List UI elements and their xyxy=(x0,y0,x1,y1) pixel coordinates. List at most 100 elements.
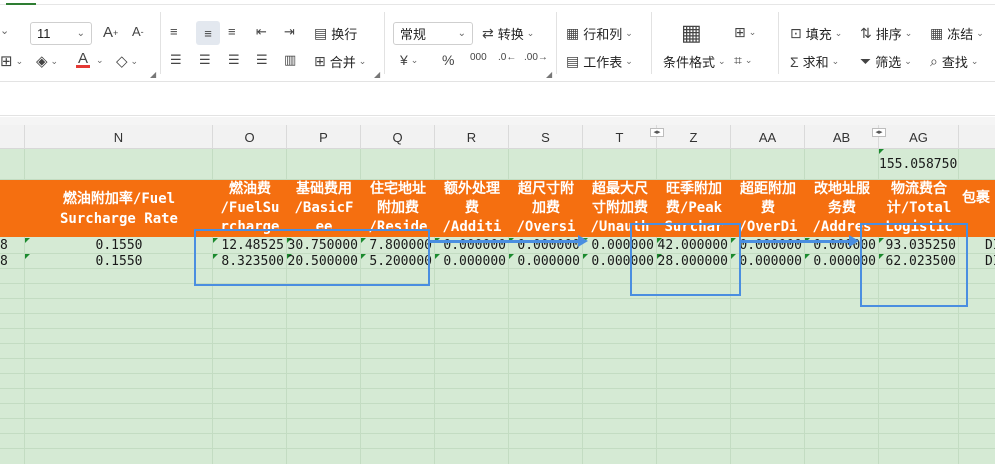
row-edge-cell[interactable]: 8 xyxy=(0,238,10,253)
search-icon: ⌕ xyxy=(930,53,938,69)
arrow-right-icon xyxy=(578,235,588,247)
spreadsheet-grid[interactable]: 155.058750 燃油附加率/Fuel Surcharge Rate 燃油费… xyxy=(0,149,995,464)
table-format-button[interactable]: ⌗ ⌄ xyxy=(734,52,752,69)
font-dialog-launcher[interactable]: ◢ xyxy=(150,70,156,79)
find-button[interactable]: ⌕ 查找 ⌄ xyxy=(930,52,978,71)
active-tab-indicator xyxy=(6,3,36,5)
increase-indent-button[interactable]: ⇥ xyxy=(284,24,295,40)
worksheet-icon: ▤ xyxy=(566,53,580,69)
font-name-dropdown-arrow[interactable]: ⌄ xyxy=(0,24,9,37)
highlight-box-total xyxy=(860,223,968,307)
percent-button[interactable]: % xyxy=(442,52,454,68)
conditional-format-icon: ▦ xyxy=(681,20,702,45)
cell-S[interactable]: 0.000000 xyxy=(509,254,583,269)
hidden-columns-marker[interactable]: ◂▸ xyxy=(650,128,664,137)
sum-label: 求和 xyxy=(802,55,829,70)
cell-style-button[interactable]: ⊞ ⌄ xyxy=(734,24,756,41)
cell-R[interactable]: 0.000000 xyxy=(435,254,509,269)
rows-columns-button[interactable]: ▦ 行和列 ⌄ xyxy=(566,24,633,43)
header-cell-N[interactable]: 燃油附加率/Fuel Surcharge Rate xyxy=(25,180,213,237)
conditional-format-button[interactable]: 条件格式 ⌄ xyxy=(663,52,726,71)
merge-label: 合并 xyxy=(329,55,356,70)
column-header-AA[interactable]: AA xyxy=(731,125,805,149)
convert-button[interactable]: ⇄ 转换 ⌄ xyxy=(482,24,534,43)
row-edge-cell[interactable]: 8 xyxy=(0,254,10,269)
column-header-AG[interactable]: AG xyxy=(879,125,959,149)
align-middle-icon: ≡ xyxy=(204,25,212,41)
column-header-AB[interactable]: AB xyxy=(805,125,879,149)
column-header-P[interactable]: P xyxy=(287,125,361,149)
ribbon-toolbar: ⌄ 11 ⌄ A + A- ⊞ ⌄ ◈ ⌄ A ⌄ ◇ ⌄ ◢ ≡ ≡ ≡ ⇤ ⇥ ▤ 换… xyxy=(0,0,995,82)
header-cell-AA[interactable]: 超距附加 费 /OverDi xyxy=(731,180,805,237)
thousands-separator-button[interactable]: 000 xyxy=(470,52,487,63)
column-header-next[interactable] xyxy=(959,125,995,149)
align-center-icon: ☰ xyxy=(199,52,211,67)
increase-decimal-button[interactable]: .0← xyxy=(498,52,516,63)
chevron-down-icon: ⌄ xyxy=(76,28,85,39)
sum-button[interactable]: Σ 求和 ⌄ xyxy=(790,52,839,71)
font-color-dropdown[interactable]: ⌄ xyxy=(96,55,104,66)
column-header-partial[interactable] xyxy=(0,125,25,149)
increase-font-button[interactable]: A + xyxy=(103,24,118,41)
column-header-N[interactable]: N xyxy=(25,125,213,149)
sort-button[interactable]: ⇅ 排序 ⌄ xyxy=(860,24,912,43)
cell-N[interactable]: 0.1550 xyxy=(25,238,213,253)
fill-button[interactable]: ⊡ 填充 ⌄ xyxy=(790,24,842,43)
header-cell-S[interactable]: 超尺寸附 加费 /Oversi xyxy=(509,180,583,237)
merge-icon: ⊞ xyxy=(314,53,326,69)
decrease-decimal-icon: .00→ xyxy=(524,52,548,63)
highlight-box-fees xyxy=(194,229,430,286)
fill-color-button[interactable]: ◈ ⌄ xyxy=(36,52,58,70)
filter-button[interactable]: ⏷ 筛选 ⌄ xyxy=(860,52,912,71)
cell-next[interactable]: DI xyxy=(985,254,995,269)
distributed-icon: ▥ xyxy=(284,52,297,67)
align-left-button[interactable]: ☰ xyxy=(170,52,182,68)
borders-button[interactable]: ⊞ ⌄ xyxy=(0,52,23,70)
decrease-font-icon: A- xyxy=(132,24,144,39)
font-size-select[interactable]: 11 ⌄ xyxy=(30,22,92,45)
formula-bar[interactable] xyxy=(0,83,995,116)
table-format-icon: ⌗ xyxy=(734,52,742,68)
column-header-O[interactable]: O xyxy=(213,125,287,149)
thousands-separator-icon: 000 xyxy=(470,52,487,63)
decrease-decimal-button[interactable]: .00→ xyxy=(524,52,548,63)
alignment-dialog-launcher[interactable]: ◢ xyxy=(374,70,380,79)
column-header-R[interactable]: R xyxy=(435,125,509,149)
font-color-button[interactable]: A xyxy=(76,50,90,68)
wrap-text-button[interactable]: ▤ 换行 xyxy=(314,24,357,43)
cell-next[interactable]: DI xyxy=(985,238,995,253)
borders-icon: ⊞ xyxy=(0,53,13,70)
number-format-select[interactable]: 常规 ⌄ xyxy=(393,22,473,45)
column-header-Z[interactable]: Z xyxy=(657,125,731,149)
decrease-font-button[interactable]: A- xyxy=(132,24,144,39)
freeze-button[interactable]: ▦ 冻结 ⌄ xyxy=(930,24,984,43)
decrease-indent-button[interactable]: ⇤ xyxy=(256,24,267,40)
align-top-button[interactable]: ≡ xyxy=(170,24,178,39)
distributed-button[interactable]: ▥ xyxy=(284,52,296,68)
clear-button[interactable]: ◇ ⌄ xyxy=(116,52,138,70)
paint-bucket-icon: ◈ xyxy=(36,53,48,70)
align-center-button[interactable]: ☰ xyxy=(199,52,211,68)
column-header-S[interactable]: S xyxy=(509,125,583,149)
cell-N[interactable]: 0.1550 xyxy=(25,254,213,269)
font-size-value: 11 xyxy=(37,26,51,41)
ribbon-tab-strip xyxy=(0,0,995,5)
cell-AG-total[interactable]: 155.058750 xyxy=(879,157,959,172)
column-header-T[interactable]: T xyxy=(583,125,657,149)
cell-AA[interactable]: 0.000000 xyxy=(731,254,805,269)
column-header-Q[interactable]: Q xyxy=(361,125,435,149)
find-label: 查找 xyxy=(941,55,968,70)
arrow-line xyxy=(741,240,851,243)
worksheet-button[interactable]: ▤ 工作表 ⌄ xyxy=(566,52,633,71)
number-dialog-launcher[interactable]: ◢ xyxy=(546,70,552,79)
cell-note-marker xyxy=(879,149,884,154)
justify-button[interactable]: ☰ xyxy=(256,52,268,68)
sort-icon: ⇅ xyxy=(860,25,872,41)
header-cell-R[interactable]: 额外处理 费 /Additi xyxy=(435,180,509,237)
currency-button[interactable]: ¥ ⌄ xyxy=(400,52,418,68)
hidden-columns-marker[interactable]: ◂▸ xyxy=(872,128,886,137)
align-right-button[interactable]: ☰ xyxy=(228,52,240,68)
align-bottom-button[interactable]: ≡ xyxy=(228,24,236,39)
align-middle-button[interactable]: ≡ xyxy=(196,21,220,45)
merge-button[interactable]: ⊞ 合并 ⌄ xyxy=(314,52,366,71)
